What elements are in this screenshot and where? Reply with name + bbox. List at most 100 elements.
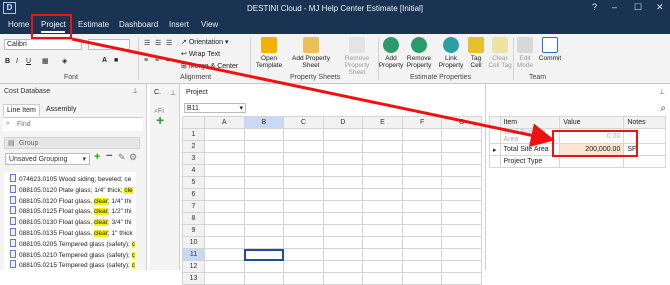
sheet-cell[interactable]	[362, 164, 403, 177]
pin-icon[interactable]: ⊥	[659, 88, 665, 96]
tag-cell-button[interactable]: Tag Cell	[465, 37, 487, 69]
remove-property-button[interactable]: Remove Property	[405, 37, 433, 69]
sheet-cell[interactable]	[203, 272, 245, 285]
tab-estimate[interactable]: Estimate	[78, 20, 109, 29]
sheet-cell[interactable]	[322, 200, 364, 213]
align-top-icon[interactable]: ☰	[144, 39, 150, 47]
sheet-cell[interactable]	[401, 128, 443, 141]
sheet-cell[interactable]	[203, 176, 245, 189]
sheet-cell[interactable]	[203, 152, 245, 165]
align-middle-icon[interactable]: ☰	[155, 39, 161, 47]
sheet-cell[interactable]	[243, 164, 285, 177]
text-color-swatch[interactable]: ■	[114, 57, 118, 64]
sheet-cell[interactable]	[322, 248, 364, 261]
sheet-cell[interactable]	[203, 188, 245, 201]
borders-icon[interactable]: ▦	[42, 57, 49, 65]
sheet-cell[interactable]	[283, 236, 324, 249]
sheet-cell[interactable]	[401, 164, 443, 177]
search-icon[interactable]: ⌕	[660, 103, 666, 114]
sheet-cell[interactable]	[362, 176, 403, 189]
sheet-cell[interactable]	[441, 164, 482, 177]
sheet-cell[interactable]	[441, 140, 482, 153]
merge-center-button[interactable]: ⊞ Merge & Center	[181, 62, 238, 70]
add-property-button[interactable]: Add Property	[378, 37, 404, 69]
column-header[interactable]: C	[283, 116, 324, 129]
sheet-cell[interactable]	[243, 188, 285, 201]
row-header[interactable]: 1	[182, 128, 205, 141]
font-color-icon[interactable]: A	[102, 57, 107, 64]
align-bottom-icon[interactable]: ☰	[166, 39, 172, 47]
row-header[interactable]: 13	[182, 272, 205, 285]
list-item[interactable]: 074623.0105 Wood siding; beveled; ce	[10, 174, 131, 185]
sheet-cell[interactable]	[322, 236, 364, 249]
pin-icon[interactable]: ⊥	[132, 87, 138, 95]
row-header[interactable]: 9	[182, 224, 205, 237]
sheet-cell[interactable]	[362, 248, 403, 261]
column-header[interactable]: B	[243, 116, 285, 129]
remove-property-sheet-button[interactable]: Remove Property Sheet	[336, 37, 378, 76]
tab-insert[interactable]: Insert	[169, 20, 189, 29]
align-right-icon[interactable]: ≡	[166, 57, 170, 64]
sheet-cell[interactable]	[243, 248, 285, 261]
wrap-text-button[interactable]: ↩ Wrap Text	[181, 50, 220, 58]
column-header[interactable]: G	[441, 116, 482, 129]
sheet-cell[interactable]	[243, 140, 285, 153]
sheet-cell[interactable]	[362, 188, 403, 201]
list-item[interactable]: 088105.0135 Float glass, clear; 1" thick	[10, 228, 133, 239]
maximize-button[interactable]: ☐	[634, 2, 642, 13]
sheet-cell[interactable]	[243, 176, 285, 189]
sheet-cell[interactable]	[322, 152, 364, 165]
sheet-cell[interactable]	[441, 248, 482, 261]
sheet-cell[interactable]	[441, 128, 482, 141]
sheet-cell[interactable]	[441, 212, 482, 225]
sheet-cell[interactable]	[441, 188, 482, 201]
sheet-cell[interactable]	[362, 140, 403, 153]
property-notes[interactable]: SF	[623, 143, 666, 156]
property-row[interactable]: ▸ Total Site Area 200,000.00 SF	[489, 143, 666, 156]
sheet-cell[interactable]	[203, 248, 245, 261]
column-header[interactable]: A	[203, 116, 245, 129]
sheet-cell[interactable]	[283, 272, 324, 285]
sheet-cell[interactable]	[362, 272, 403, 285]
sheet-cell[interactable]	[401, 224, 443, 237]
add-icon[interactable]: +	[156, 112, 170, 128]
sheet-cell[interactable]	[283, 248, 324, 261]
row-header[interactable]: 11	[182, 248, 205, 261]
sheet-cell[interactable]	[283, 128, 324, 141]
italic-button[interactable]: I	[16, 58, 18, 65]
help-icon[interactable]: ?	[592, 2, 597, 12]
list-item[interactable]: 088105.0130 Float glass, clear; 3/4" thi	[10, 217, 132, 228]
cell-reference-box[interactable]: B11 ▾	[184, 103, 246, 113]
row-header[interactable]: 7	[182, 200, 205, 213]
sheet-cell[interactable]	[401, 260, 443, 273]
sheet-cell[interactable]	[401, 140, 443, 153]
tab-project[interactable]: Project	[41, 20, 66, 29]
row-header[interactable]: 8	[182, 212, 205, 225]
sheet-cell[interactable]	[243, 236, 285, 249]
edit-mode-button[interactable]: Edit Mode	[514, 37, 536, 69]
sheet-cell[interactable]	[243, 260, 285, 273]
list-item[interactable]: 088105.0205 Tempered glass (safety); c	[10, 238, 135, 250]
sheet-cell[interactable]	[243, 224, 285, 237]
sheet-cell[interactable]	[322, 176, 364, 189]
sheet-cell[interactable]	[401, 188, 443, 201]
add-group-button[interactable]: +	[94, 151, 100, 163]
property-notes[interactable]	[623, 155, 666, 168]
settings-icon[interactable]: ⚙	[129, 152, 137, 163]
sheet-cell[interactable]	[203, 212, 245, 225]
list-item[interactable]: 088105.0120 Plate glass; 1/4" thick; cle	[10, 184, 133, 196]
sheet-cell[interactable]	[322, 140, 364, 153]
sheet-cell[interactable]	[203, 236, 245, 249]
sheet-cell[interactable]	[322, 260, 364, 273]
sheet-cell[interactable]	[362, 200, 403, 213]
property-notes[interactable]	[623, 128, 666, 144]
open-template-button[interactable]: Open Template	[252, 37, 286, 69]
commit-button[interactable]: Commit	[537, 37, 563, 62]
minimize-button[interactable]: –	[612, 2, 617, 12]
close-button[interactable]: ✕	[656, 2, 664, 13]
sheet-cell[interactable]	[401, 212, 443, 225]
font-name-select[interactable]: Calibri	[4, 39, 82, 50]
sheet-cell[interactable]	[401, 236, 443, 249]
sheet-cell[interactable]	[283, 224, 324, 237]
sheet-cell[interactable]	[322, 164, 364, 177]
